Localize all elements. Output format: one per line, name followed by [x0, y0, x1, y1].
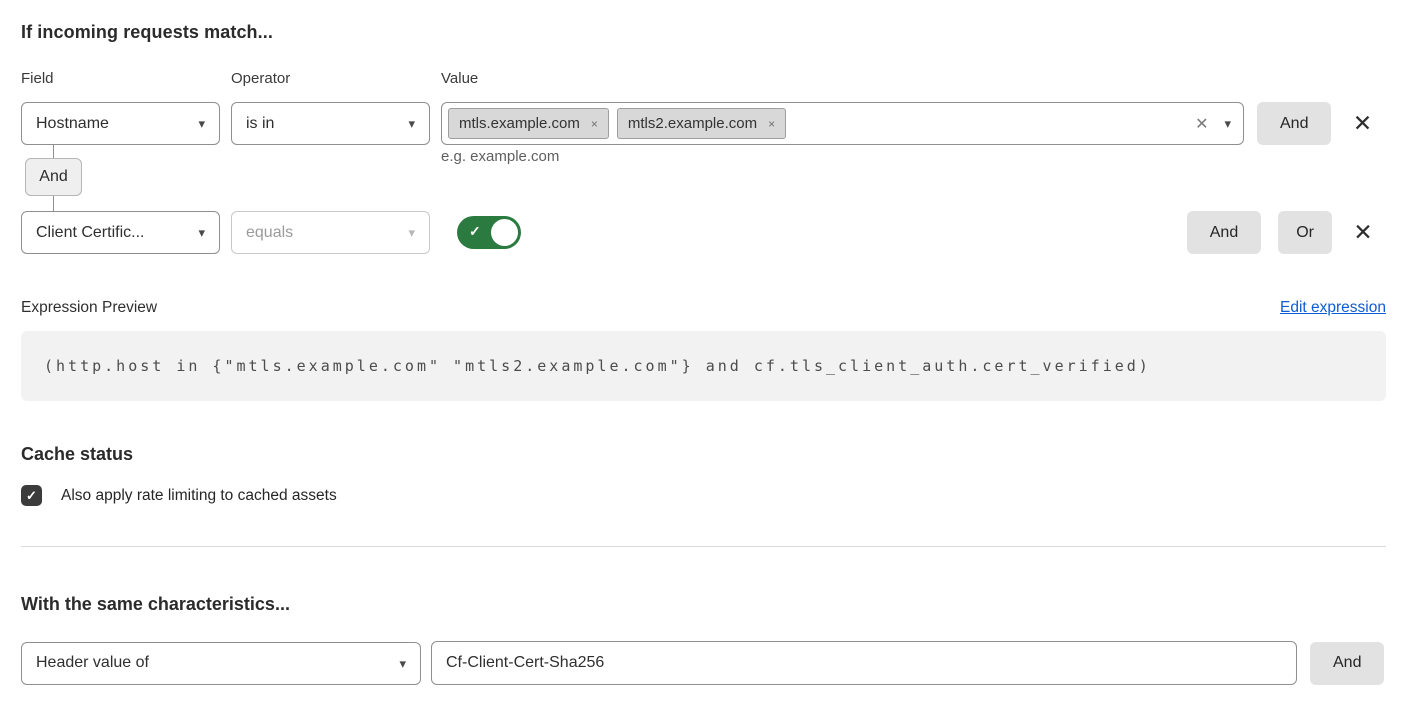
edit-expression-link[interactable]: Edit expression [1280, 299, 1386, 317]
operator-select-row1-value: is in [246, 115, 274, 133]
value-multiselect-row1[interactable]: mtls.example.com × mtls2.example.com × ✕… [441, 102, 1244, 145]
characteristic-select-value: Header value of [36, 654, 149, 672]
field-select-row2[interactable]: Client Certific... ▾ [21, 211, 220, 254]
chevron-down-icon: ▾ [198, 226, 205, 239]
characteristic-select[interactable]: Header value of ▾ [21, 642, 421, 685]
chip-remove-icon[interactable]: × [768, 117, 775, 131]
expression-text: (http.host in {"mtls.example.com" "mtls2… [44, 357, 1151, 375]
value-chips: mtls.example.com × mtls2.example.com × [448, 108, 1195, 139]
field-select-row1-value: Hostname [36, 115, 109, 133]
chevron-down-icon: ▾ [408, 226, 415, 239]
toggle-knob [491, 219, 518, 246]
expression-preview-header: Expression Preview Edit expression [21, 299, 1386, 317]
cache-status-title: Cache status [21, 444, 1386, 465]
connector-and-button[interactable]: And [25, 158, 82, 196]
chip-remove-icon[interactable]: × [591, 117, 598, 131]
field-select-row1[interactable]: Hostname ▾ [21, 102, 220, 145]
expression-preview-label: Expression Preview [21, 299, 157, 317]
value-column-label: Value [441, 70, 651, 87]
match-rule-row-1: Hostname ▾ is in ▾ mtls.example.com × mt… [21, 102, 1386, 145]
cert-verified-toggle[interactable]: ✓ [457, 216, 521, 249]
rule-builder-page: If incoming requests match... Field Oper… [0, 0, 1420, 685]
header-name-input[interactable] [431, 641, 1297, 685]
value-chip-text: mtls.example.com [459, 115, 580, 132]
field-select-row2-value: Client Certific... [36, 224, 144, 242]
operator-select-row2-value: equals [246, 224, 293, 242]
operator-column-label: Operator [231, 70, 441, 87]
clear-values-icon[interactable]: ✕ [1195, 114, 1208, 134]
value-chip[interactable]: mtls.example.com × [448, 108, 609, 139]
characteristics-row: Header value of ▾ And [21, 641, 1386, 685]
match-rule-row-2: Client Certific... ▾ equals ▾ ✓ And Or ✕ [21, 211, 1386, 254]
expression-code-block: (http.host in {"mtls.example.com" "mtls2… [21, 331, 1386, 401]
cache-checkbox-row: ✓ Also apply rate limiting to cached ass… [21, 485, 1386, 506]
operator-select-row2-disabled: equals ▾ [231, 211, 430, 254]
characteristics-title: With the same characteristics... [21, 594, 1386, 615]
and-button-row1[interactable]: And [1257, 102, 1331, 145]
chevron-down-icon: ▾ [408, 117, 415, 130]
and-button-row2[interactable]: And [1187, 211, 1261, 254]
delete-row2-icon[interactable]: ✕ [1350, 221, 1376, 244]
check-icon: ✓ [26, 488, 37, 504]
field-column-label: Field [21, 70, 231, 87]
and-button-characteristics[interactable]: And [1310, 642, 1384, 685]
delete-row1-icon[interactable]: ✕ [1349, 112, 1375, 135]
cached-assets-checkbox-label: Also apply rate limiting to cached asset… [61, 487, 337, 505]
value-hint-text: e.g. example.com [441, 148, 559, 165]
chevron-down-icon: ▾ [399, 657, 406, 670]
cached-assets-checkbox[interactable]: ✓ [21, 485, 42, 506]
chevron-down-icon: ▾ [198, 117, 205, 130]
or-button-row2[interactable]: Or [1278, 211, 1332, 254]
section-divider [21, 546, 1386, 547]
operator-select-row1[interactable]: is in ▾ [231, 102, 430, 145]
value-chip[interactable]: mtls2.example.com × [617, 108, 786, 139]
column-labels: Field Operator Value [21, 70, 1386, 87]
row-connector-zone: And e.g. example.com [21, 145, 1386, 211]
match-section-title: If incoming requests match... [21, 22, 1386, 43]
chevron-down-icon[interactable]: ▾ [1224, 116, 1231, 132]
value-chip-text: mtls2.example.com [628, 115, 757, 132]
check-icon: ✓ [469, 223, 481, 240]
